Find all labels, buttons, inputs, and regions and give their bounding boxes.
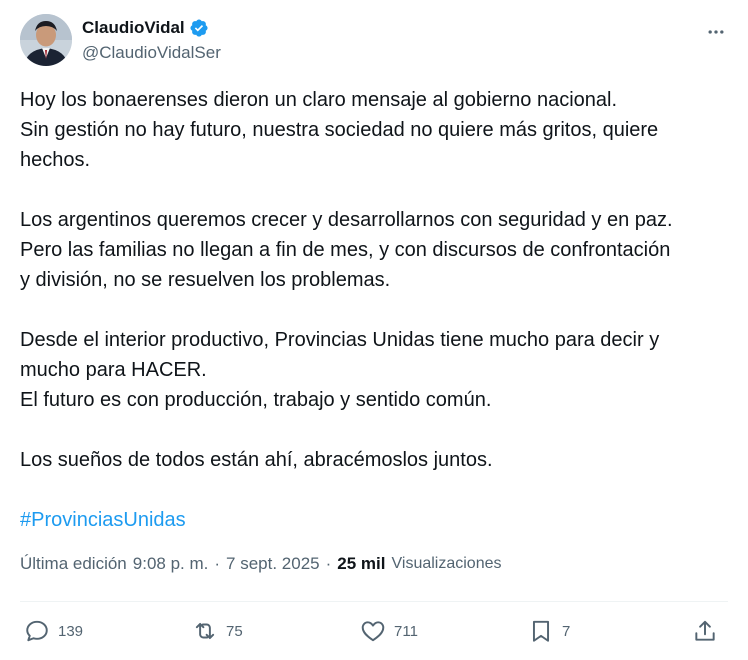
- post-header: ClaudioVidal @ClaudioVidalSer: [20, 14, 728, 70]
- like-count: 711: [394, 622, 418, 640]
- like-button[interactable]: 711: [360, 618, 418, 644]
- share-icon: [695, 620, 715, 641]
- avatar[interactable]: [20, 14, 72, 66]
- paragraph: Los sueños de todos están ahí, abracémos…: [20, 445, 732, 475]
- share-button[interactable]: [692, 618, 718, 644]
- paragraph: Los argentinos queremos crecer y desarro…: [20, 205, 732, 295]
- post-text: Hoy los bonaerenses dieron un claro mens…: [20, 85, 732, 565]
- bookmark-count: 7: [562, 622, 571, 640]
- text-line: Hoy los bonaerenses dieron un claro mens…: [20, 89, 618, 111]
- repost-button[interactable]: 75: [192, 618, 243, 644]
- name-row: ClaudioVidal: [82, 18, 209, 38]
- paragraph: Hoy los bonaerenses dieron un claro mens…: [20, 85, 732, 175]
- more-horizontal-icon: [708, 30, 724, 34]
- verified-badge-icon[interactable]: [189, 18, 209, 38]
- reply-icon: [26, 620, 48, 642]
- more-options-button[interactable]: [704, 20, 728, 44]
- post-card: ClaudioVidal @ClaudioVidalSer Hoy los bo…: [0, 0, 748, 660]
- repost-count: 75: [226, 622, 243, 640]
- paragraph: Desde el interior productivo, Provincias…: [20, 325, 732, 415]
- text-line: mucho para HACER.: [20, 359, 207, 381]
- text-line: Sin gestión no hay futuro, nuestra socie…: [20, 119, 659, 141]
- divider: [20, 601, 728, 602]
- reply-button[interactable]: 139: [24, 618, 83, 644]
- text-line: y división, no se resuelven los problema…: [20, 269, 391, 291]
- handle[interactable]: @ClaudioVidalSer: [82, 43, 221, 63]
- bookmark-button[interactable]: 7: [528, 618, 570, 644]
- post-meta: Última edición 9:08 p. m. · 7 sept. 2025…: [20, 554, 502, 574]
- edited-label[interactable]: Última edición: [20, 554, 127, 574]
- text-line: Los argentinos queremos crecer y desarro…: [20, 209, 673, 231]
- display-name[interactable]: ClaudioVidal: [82, 18, 185, 38]
- repost-icon: [195, 622, 215, 640]
- text-line: Desde el interior productivo, Provincias…: [20, 329, 660, 351]
- text-line: Los sueños de todos están ahí, abracémos…: [20, 449, 493, 471]
- hashtag-link[interactable]: #ProvinciasUnidas: [20, 509, 186, 531]
- bookmark-icon: [532, 620, 550, 642]
- views-count[interactable]: 25 mil: [337, 554, 385, 574]
- meta-separator: ·: [214, 554, 221, 573]
- text-line: Pero las familias no llegan a fin de mes…: [20, 239, 671, 261]
- avatar-image: [20, 14, 72, 66]
- post-time[interactable]: 9:08 p. m.: [133, 554, 209, 574]
- post-date[interactable]: 7 sept. 2025: [226, 554, 320, 574]
- reply-count: 139: [58, 622, 84, 640]
- meta-separator: ·: [325, 554, 332, 573]
- text-line: hechos.: [20, 149, 91, 171]
- views-label[interactable]: Visualizaciones: [392, 555, 502, 573]
- paragraph: #ProvinciasUnidas: [20, 505, 732, 535]
- text-line: El futuro es con producción, trabajo y s…: [20, 389, 492, 411]
- action-bar: 139 75 711 7: [20, 612, 728, 652]
- heart-icon: [361, 621, 385, 642]
